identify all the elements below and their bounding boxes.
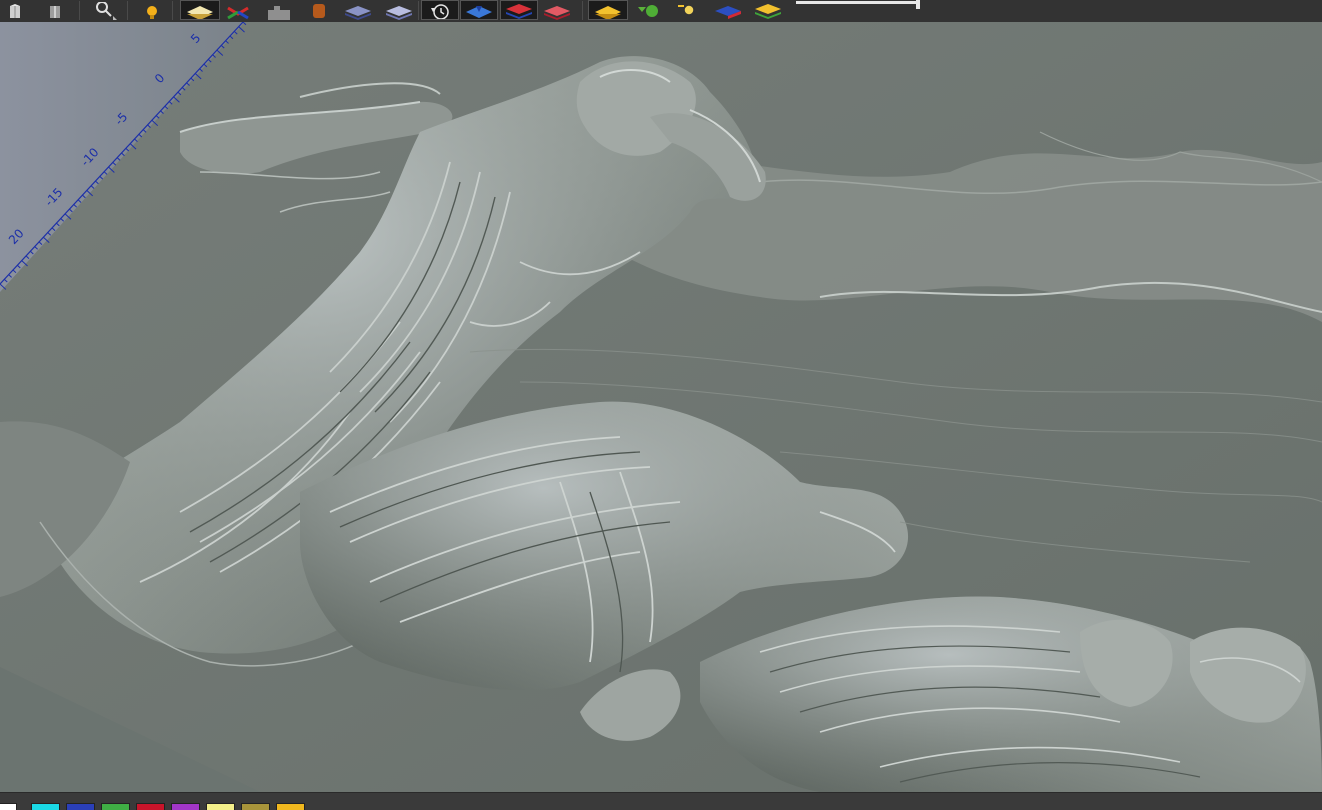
swatch-blue[interactable]: [66, 803, 95, 810]
vector-tool-button[interactable]: [223, 0, 253, 20]
relief-scene: 5 0 -5 -10 -15 20: [0, 22, 1322, 792]
swatch-light-yellow[interactable]: [206, 803, 235, 810]
cylinder-icon: [309, 4, 329, 20]
layer-blue-dark-button[interactable]: [343, 0, 373, 20]
layer-blue-drop-button[interactable]: [460, 0, 498, 20]
layer-red-blue-button[interactable]: [500, 0, 538, 20]
layer-yellow-button[interactable]: [180, 0, 220, 20]
swatch-purple[interactable]: [171, 803, 200, 810]
zoom-icon: [89, 2, 117, 20]
layer-yellow-active-button[interactable]: [588, 0, 628, 20]
layer-yellow-active-icon: [593, 6, 623, 20]
layer-red-icon: [542, 6, 572, 20]
swatch-cyan[interactable]: [31, 803, 60, 810]
view-iso-right-icon: [44, 4, 66, 20]
swatch-white[interactable]: [0, 803, 17, 810]
layer-green-yellow-icon: [753, 4, 783, 20]
light-button[interactable]: [137, 0, 167, 20]
light-bulb-icon: [142, 6, 162, 20]
layer-blue-red-button[interactable]: [713, 0, 743, 20]
search-layer-button[interactable]: [674, 0, 704, 20]
green-dot-button[interactable]: [634, 0, 664, 20]
timer-reset-icon: [427, 4, 453, 20]
layer-yellow-icon: [185, 6, 215, 20]
swatch-green[interactable]: [101, 803, 130, 810]
layer-red-blue-icon: [504, 4, 534, 20]
swatch-red[interactable]: [136, 803, 165, 810]
search-layer-icon: [676, 4, 702, 20]
layer-blue-dark-icon: [343, 6, 373, 20]
zoom-button[interactable]: [88, 0, 118, 20]
layer-lavender-icon: [384, 6, 414, 20]
swatch-amber[interactable]: [276, 803, 305, 810]
layer-green-yellow-button[interactable]: [753, 0, 783, 20]
relief-shape-icon: [266, 6, 292, 20]
swatch-olive[interactable]: [241, 803, 270, 810]
view-iso-right-button[interactable]: [40, 0, 70, 20]
layer-lavender-button[interactable]: [384, 0, 414, 20]
layer-blue-drop-icon: [464, 6, 494, 20]
view-iso-left-icon: [4, 4, 26, 20]
3d-viewport[interactable]: 5 0 -5 -10 -15 20: [0, 22, 1322, 792]
timer-reset-button[interactable]: [421, 0, 459, 20]
green-dot-icon: [636, 4, 662, 20]
relief-shape-button[interactable]: [264, 0, 294, 20]
cylinder-button[interactable]: [304, 0, 334, 20]
slider-line: [796, 1, 920, 4]
color-palette: [0, 792, 1322, 810]
main-toolbar: [0, 0, 1322, 23]
layer-red-button[interactable]: [542, 0, 572, 20]
view-iso-left-button[interactable]: [0, 0, 30, 20]
zoom-slider[interactable]: [796, 0, 920, 9]
layer-blue-red-icon: [713, 6, 743, 20]
vector-tool-icon: [225, 6, 251, 20]
slider-knob[interactable]: [916, 0, 920, 9]
app-window: 5 0 -5 -10 -15 20: [0, 0, 1322, 810]
